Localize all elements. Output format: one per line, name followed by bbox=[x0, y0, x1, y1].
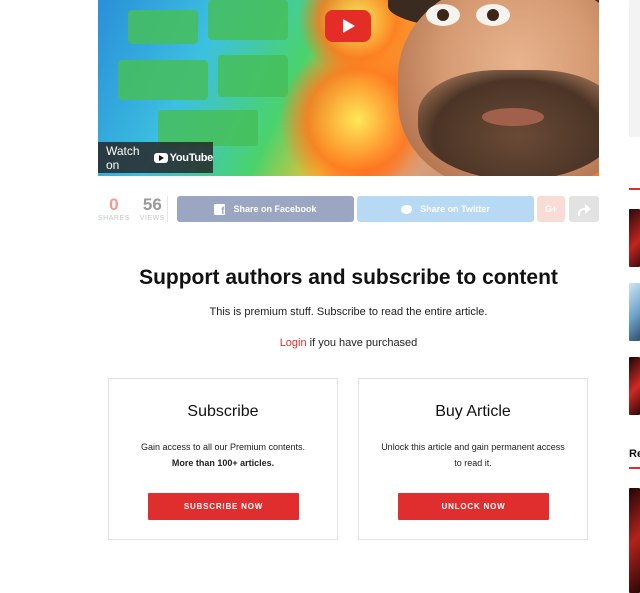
buy-article-card-description: Unlock this article and gain permanent a… bbox=[381, 442, 565, 468]
watch-on-label: Watch on bbox=[106, 143, 140, 172]
buy-article-card-title: Buy Article bbox=[435, 403, 511, 420]
login-link[interactable]: Login bbox=[280, 337, 307, 349]
page: Watch on YouTube 0 SHARES 56 VIEWS Share… bbox=[0, 0, 640, 593]
share-counts: 0 SHARES 56 VIEWS bbox=[98, 196, 165, 222]
subscribe-card-highlight: More than 100+ articles. bbox=[171, 458, 275, 468]
subscribe-card-desc-line: Gain access to all our Premium contents. bbox=[140, 442, 306, 452]
sidebar-post-thumbnail[interactable] bbox=[629, 209, 640, 267]
shares-number: 0 bbox=[109, 195, 119, 214]
views-count: 56 VIEWS bbox=[140, 196, 165, 222]
subscribe-card-description: Gain access to all our Premium contents.… bbox=[128, 439, 318, 471]
share-twitter-button[interactable]: Share on Twitter bbox=[357, 196, 534, 222]
watch-on-youtube-button[interactable]: Watch on YouTube bbox=[98, 142, 213, 173]
sidebar-post-thumbnail[interactable] bbox=[629, 488, 640, 593]
subscribe-now-button[interactable]: SUBSCRIBE NOW bbox=[148, 493, 299, 520]
sidebar-heading: Re bbox=[629, 448, 640, 460]
sidebar-heading-underline bbox=[629, 467, 640, 469]
video-thumbnail-graphic bbox=[218, 55, 288, 97]
subscribe-card-title: Subscribe bbox=[187, 403, 259, 420]
share-facebook-button[interactable]: Share on Facebook bbox=[177, 196, 354, 222]
share-facebook-label: Share on Facebook bbox=[233, 204, 317, 214]
share-more-button[interactable] bbox=[569, 196, 599, 222]
sidebar-post-thumbnail[interactable] bbox=[629, 357, 640, 415]
share-arrow-icon bbox=[578, 204, 591, 216]
video-thumbnail-graphic bbox=[128, 10, 198, 44]
video-thumbnail-graphic bbox=[482, 108, 544, 126]
play-button[interactable] bbox=[325, 10, 371, 42]
share-googleplus-button[interactable]: G+ bbox=[537, 196, 565, 222]
facebook-icon bbox=[214, 203, 226, 217]
views-label: VIEWS bbox=[139, 215, 165, 222]
video-thumbnail-graphic bbox=[476, 4, 510, 26]
login-suffix: if you have purchased bbox=[306, 337, 418, 349]
sidebar-post-thumbnail[interactable] bbox=[629, 283, 640, 341]
sidebar-widget bbox=[629, 0, 640, 137]
shares-label: SHARES bbox=[98, 215, 130, 222]
video-thumbnail-graphic bbox=[118, 60, 208, 100]
video-thumbnail-graphic bbox=[158, 110, 258, 146]
paywall-title: Support authors and subscribe to content bbox=[139, 266, 558, 289]
google-plus-icon: G+ bbox=[544, 204, 558, 214]
youtube-icon bbox=[153, 152, 168, 163]
views-number: 56 bbox=[142, 195, 162, 214]
share-divider bbox=[167, 196, 168, 222]
youtube-logo: YouTube bbox=[153, 151, 214, 164]
share-twitter-label: Share on Twitter bbox=[420, 204, 490, 214]
shares-count: 0 SHARES bbox=[98, 196, 130, 222]
unlock-now-button[interactable]: UNLOCK NOW bbox=[398, 493, 549, 520]
buy-article-card: Buy Article Unlock this article and gain… bbox=[358, 378, 588, 540]
video-embed[interactable]: Watch on YouTube bbox=[98, 0, 599, 176]
video-thumbnail-graphic bbox=[208, 0, 288, 40]
youtube-wordmark: YouTube bbox=[169, 151, 214, 164]
paywall-description: This is premium stuff. Subscribe to read… bbox=[209, 306, 488, 318]
video-thumbnail-graphic bbox=[426, 4, 460, 26]
sidebar-heading-underline bbox=[629, 188, 640, 190]
twitter-icon bbox=[401, 204, 413, 214]
login-line: Login if you have purchased bbox=[98, 337, 599, 349]
subscribe-card: Subscribe Gain access to all our Premium… bbox=[108, 378, 338, 540]
